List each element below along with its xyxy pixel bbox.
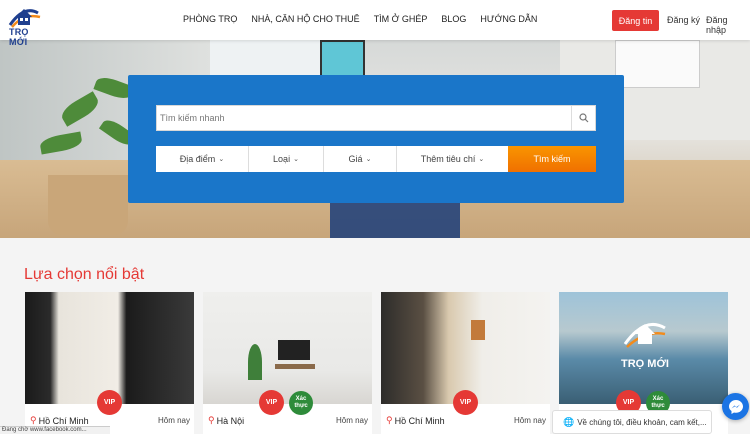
nav-item-huong-dan[interactable]: HƯỚNG DẪN — [480, 14, 537, 24]
search-panel: Địa điểm⌄ Loại⌄ Giá⌄ Thêm tiêu chí⌄ Tìm … — [128, 75, 624, 203]
chevron-down-icon: ⌄ — [218, 156, 225, 163]
globe-icon: 🌐 — [563, 416, 575, 427]
site-logo[interactable]: TRỌ MỚI — [4, 3, 44, 47]
browser-status-bar: Đang chờ www.facebook.com... — [0, 426, 110, 434]
messenger-icon — [728, 399, 743, 414]
listing-photo — [25, 292, 194, 404]
nav-item-blog[interactable]: BLOG — [441, 14, 466, 24]
listing-card[interactable]: VIP Xác thực ⚲ Hà Nội Hôm nay — [203, 292, 372, 434]
search-box[interactable] — [156, 105, 596, 131]
plant-pot — [48, 175, 128, 235]
watermark-logo-icon — [623, 323, 666, 348]
featured-section-title: Lựa chọn nổi bật — [24, 266, 145, 283]
info-notice[interactable]: 🌐 Về chúng tôi, điều khoản, cam kết,... — [552, 410, 712, 434]
site-header: TRỌ MỚI PHÒNG TRỌ NHÀ, CĂN HỘ CHO THUÊ T… — [0, 0, 750, 47]
listing-date: Hôm nay — [335, 416, 368, 425]
filter-location[interactable]: Địa điểm ⌄ — [156, 146, 249, 172]
filter-more-criteria[interactable]: Thêm tiêu chí ⌄ — [397, 146, 508, 172]
listing-location: ⚲ Hà Nội — [208, 415, 245, 426]
listing-location: ⚲ Hồ Chí Minh — [30, 415, 89, 426]
listing-photo: TRỌ MỚI — [559, 292, 728, 404]
nav-item-tim-o-ghep[interactable]: TÌM Ở GHÉP — [374, 14, 428, 24]
login-link[interactable]: Đăng nhập — [706, 15, 750, 35]
listing-photo — [203, 292, 372, 404]
logo-text: TRỌ MỚI — [9, 27, 29, 47]
listing-location: ⚲ Hồ Chí Minh — [386, 415, 445, 426]
filter-bar: Địa điểm ⌄ Loại ⌄ Giá ⌄ Thêm tiêu chí ⌄ Tìm … — [156, 146, 596, 172]
listing-date: Hôm nay — [513, 416, 546, 425]
filter-type[interactable]: Loại ⌄ — [249, 146, 324, 172]
vip-badge: VIP — [453, 390, 478, 415]
nav-item-phong-tro[interactable]: PHÒNG TRỌ — [183, 14, 237, 24]
chevron-down-icon: ⌄ — [365, 156, 372, 163]
search-input[interactable] — [160, 106, 570, 130]
map-pin-icon: ⚲ — [208, 415, 215, 425]
search-button[interactable]: Tìm kiếm — [508, 146, 596, 172]
search-icon[interactable] — [571, 106, 595, 130]
map-pin-icon: ⚲ — [30, 415, 37, 425]
vip-badge: VIP — [259, 390, 284, 415]
listing-card[interactable]: VIP ⚲ Hồ Chí Minh Hôm nay — [25, 292, 194, 434]
listing-photo — [381, 292, 550, 404]
nav-item-nha-can-ho[interactable]: NHÀ, CĂN HỘ CHO THUÊ — [251, 14, 359, 24]
watermark-logo-text: TRỌ MỚI — [621, 358, 669, 370]
messenger-chat-button[interactable] — [722, 393, 749, 420]
post-listing-button[interactable]: Đăng tin — [612, 10, 659, 31]
house-logo-icon — [8, 9, 41, 28]
filter-price[interactable]: Giá ⌄ — [324, 146, 397, 172]
map-pin-icon: ⚲ — [386, 415, 393, 425]
chevron-down-icon: ⌄ — [478, 156, 485, 163]
main-nav: PHÒNG TRỌ NHÀ, CĂN HỘ CHO THUÊ TÌM Ở GHÉ… — [183, 14, 537, 24]
chevron-down-icon: ⌄ — [293, 156, 299, 163]
vip-badge: VIP — [97, 390, 122, 415]
listing-date: Hôm nay — [157, 416, 190, 425]
listing-card[interactable]: VIP ⚲ Hồ Chí Minh Hôm nay — [381, 292, 550, 434]
verified-badge: Xác thực — [289, 391, 313, 415]
register-link[interactable]: Đăng ký — [667, 15, 700, 25]
